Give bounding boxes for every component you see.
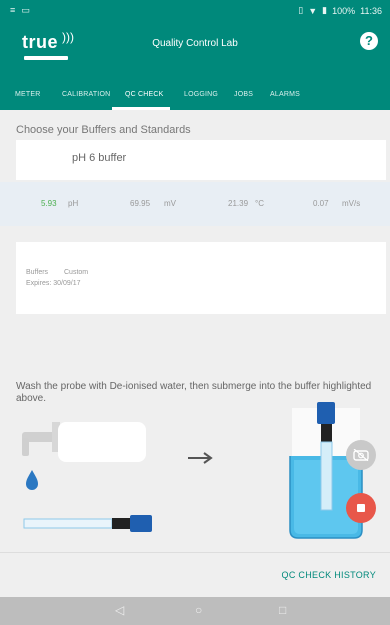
buffers-label: Buffers [26, 269, 49, 276]
help-button[interactable]: ? [360, 32, 378, 50]
buffers-value: Custom [64, 269, 89, 276]
reading-temp-value: 21.39 [228, 199, 249, 208]
recents-icon[interactable]: □ [279, 603, 286, 617]
reading-mv-value: 69.95 [130, 199, 151, 208]
reading-mv-unit: mV [164, 199, 176, 208]
probe-horizontal [23, 515, 152, 532]
arrow-right-icon [188, 452, 213, 464]
record-button[interactable] [346, 493, 376, 523]
tab-alarms[interactable]: ALARMS [270, 70, 300, 110]
stop-icon [357, 504, 365, 512]
active-tab-indicator [112, 107, 170, 110]
logo-underline [24, 56, 68, 60]
tab-meter[interactable]: METER [15, 70, 41, 110]
camera-off-icon [353, 449, 369, 461]
tab-bar: METER CALIBRATION QC CHECK LOGGING JOBS … [0, 70, 390, 110]
reading-ph-value: 5.93 [41, 199, 57, 208]
clock: 11:36 [360, 5, 382, 16]
battery-level: 100% [332, 5, 356, 16]
tab-logging[interactable]: LOGGING [184, 70, 218, 110]
expires-text: Expires: 30/09/17 [26, 280, 81, 287]
reading-rate-value: 0.07 [313, 199, 329, 208]
reading-rate-unit: mV/s [342, 199, 361, 208]
back-icon[interactable]: ◁ [115, 603, 124, 617]
wifi-icon: ▼ [308, 5, 318, 16]
system-nav-bar: ◁ ○ □ [0, 597, 390, 625]
tab-calibration[interactable]: CALIBRATION [62, 70, 110, 110]
section-heading: Choose your Buffers and Standards [16, 124, 191, 136]
divider [0, 552, 390, 553]
tab-qc-check[interactable]: QC CHECK [125, 70, 164, 110]
camera-button[interactable] [346, 440, 376, 470]
reading-ph-unit: pH [68, 199, 79, 208]
home-icon[interactable]: ○ [195, 603, 202, 617]
help-icon: ? [365, 33, 373, 48]
probe-illustration [22, 402, 363, 539]
water-drop-icon [26, 470, 38, 490]
tab-jobs[interactable]: JOBS [234, 70, 253, 110]
tap-icon [22, 422, 146, 462]
qc-check-history-button[interactable]: QC CHECK HISTORY [282, 570, 376, 580]
menu-icon: ≡ [10, 5, 16, 15]
readings-row: 5.93 pH 69.95 mV 21.39 °C 0.07 mV/s [0, 182, 390, 226]
buffer-name: pH 6 buffer [72, 152, 127, 164]
screen-icon: ▭ [21, 5, 30, 15]
status-bar: ≡ ▭ ▯ ▼ ▮ 100% 11:36 [0, 0, 390, 22]
battery-icon: ▮ [322, 5, 328, 15]
buffer-selector[interactable]: pH 6 buffer [16, 140, 386, 180]
buffer-info-card: Buffers Custom Expires: 30/09/17 [16, 242, 386, 314]
reading-temp-unit: °C [255, 199, 264, 208]
app-bar: true ))) Quality Control Lab ? [0, 22, 390, 70]
app-title: Quality Control Lab [152, 38, 238, 49]
vibrate-icon: ▯ [298, 5, 304, 15]
